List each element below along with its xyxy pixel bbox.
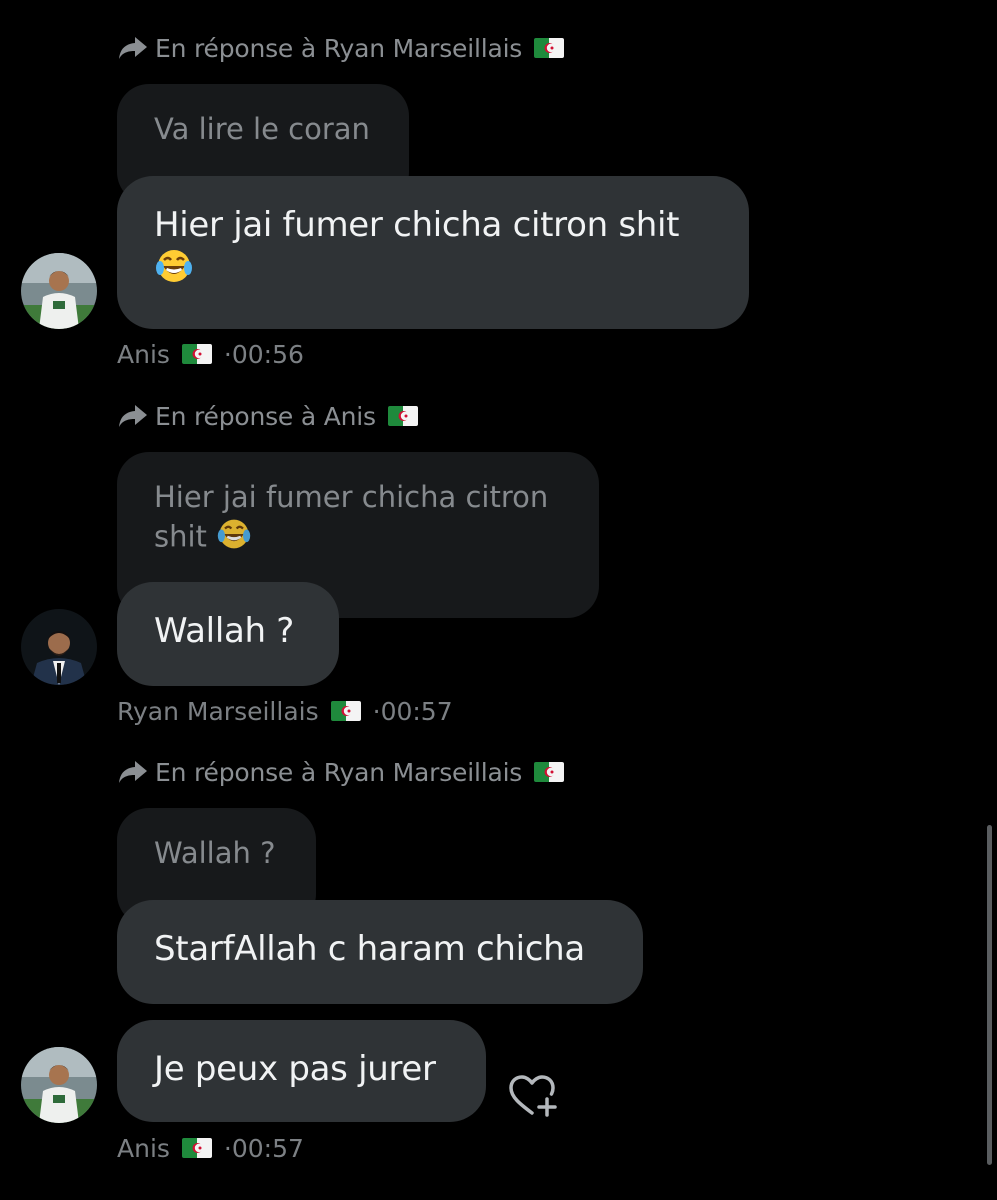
tears-of-joy-emoji [154,246,194,296]
algeria-flag-icon [330,701,361,721]
timestamp: ·00:56 [223,339,304,369]
reply-to-label: En réponse à Anis [155,401,376,431]
quoted-message-text: Va lire le coran [154,112,370,146]
reply-arrow-icon [119,405,147,427]
algeria-flag-icon [534,762,565,782]
message-text: Hier jai fumer chicha citron shit [154,205,680,245]
reply-to-label: En réponse à Ryan Marseillais [155,757,523,787]
message-meta: Ryan Marseillais ·00:57 [117,694,453,728]
message-text: Je peux pas jurer [154,1049,436,1089]
message-bubble[interactable]: Je peux pas jurer [117,1020,486,1122]
message-meta: Anis ·00:57 [117,1131,304,1165]
reply-to-label: En réponse à Ryan Marseillais [155,33,523,63]
avatar[interactable] [21,1047,97,1123]
algeria-flag-icon [534,38,565,58]
quoted-message-text: Hier jai fumer chicha citron shit [154,480,549,554]
reply-indicator: En réponse à Ryan Marseillais [117,31,565,65]
avatar[interactable] [21,253,97,329]
reply-indicator: En réponse à Anis [117,399,418,433]
scrollbar[interactable] [987,825,992,1165]
timestamp: ·00:57 [223,1133,304,1163]
reply-arrow-icon [119,37,147,59]
message-bubble[interactable]: Hier jai fumer chicha citron shit [117,176,749,329]
reply-arrow-icon [119,761,147,783]
message-meta: Anis ·00:56 [117,337,304,371]
heart-plus-icon[interactable] [506,1073,560,1119]
message-bubble[interactable]: StarfAllah c haram chicha [117,900,643,1004]
message-bubble[interactable]: Wallah ? [117,582,339,686]
reply-indicator: En réponse à Ryan Marseillais [117,755,565,789]
algeria-flag-icon [387,406,418,426]
sender-name: Anis [117,339,170,369]
timestamp: ·00:57 [372,696,453,726]
avatar[interactable] [21,609,97,685]
quoted-message-text: Wallah ? [154,836,276,870]
sender-name: Anis [117,1133,170,1163]
message-text: StarfAllah c haram chicha [154,929,585,969]
message-text: Wallah ? [154,611,295,651]
algeria-flag-icon [181,344,212,364]
sender-name: Ryan Marseillais [117,696,319,726]
tears-of-joy-emoji [216,516,252,561]
algeria-flag-icon [181,1138,212,1158]
